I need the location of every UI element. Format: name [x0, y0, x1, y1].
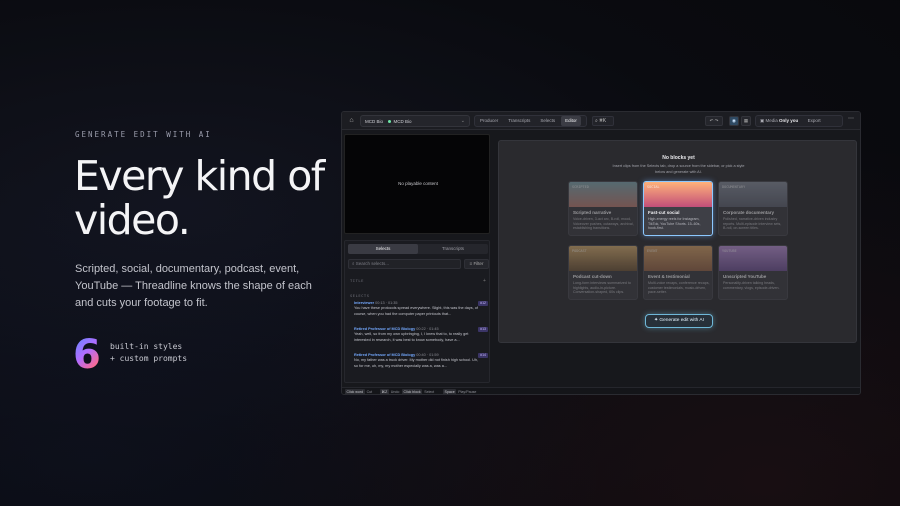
selects-search-placeholder: Search selects...	[355, 261, 390, 266]
style-thumbnail: DOCUMENTARY	[719, 182, 787, 207]
clip-badge: #13	[478, 327, 488, 332]
search-icon: ⌕	[595, 118, 598, 124]
style-description: High-energy reels for Instagram, TikTok,…	[648, 217, 701, 231]
list-item[interactable]: Interviewer 00:13 · 01:35 You have these…	[354, 301, 488, 325]
tab-transcripts[interactable]: Transcripts	[504, 116, 534, 126]
media-menu[interactable]: ▣ Media Only you Export	[755, 115, 843, 127]
styles-caption: built-in styles + custom prompts	[110, 341, 187, 365]
shortcut-undo: ⌘Z Undo	[380, 389, 400, 394]
clip-speaker: Retired Professor of MCD Biology	[354, 327, 416, 331]
shortcut-cut: Click word Cut	[345, 389, 373, 394]
generate-edit-button[interactable]: ✦ Generate edit with AI	[645, 314, 713, 328]
tab-transcripts-side[interactable]: Transcripts	[418, 244, 488, 254]
clip-time: 00:22 · 01:45	[416, 327, 439, 331]
style-card-event[interactable]: EVENT Event & testimonial Multi-voice reca…	[643, 245, 713, 300]
style-tag: DOCUMENTARY	[722, 185, 746, 189]
search-shortcut: ⌘K	[599, 118, 607, 124]
style-card-documentary[interactable]: DOCUMENTARY Corporate documentary Polished…	[718, 181, 788, 236]
filter-button[interactable]: ≡ Filter	[464, 259, 489, 269]
clip-time: 00:13 · 01:35	[375, 301, 398, 305]
style-name: Corporate documentary	[723, 210, 775, 215]
style-description: Multi-voice recaps, conference recaps, c…	[648, 281, 710, 295]
sidebar-tabs: Selects Transcripts	[348, 244, 488, 254]
preview-message: No playable content	[398, 181, 438, 186]
style-description: Voice-driven, 3-act arc, B-roll, mood, V…	[573, 217, 634, 231]
clip-text: Yeah, well, so from my own upbringing, I…	[354, 332, 469, 342]
eyebrow: GENERATE EDIT WITH AI	[75, 130, 212, 139]
style-card-youtube[interactable]: YOUTUBE Unscripted YouTube Personality-dri…	[718, 245, 788, 300]
project-current: MCD Bio	[393, 119, 412, 124]
style-thumbnail: SOCIAL	[644, 182, 712, 207]
style-card-podcast[interactable]: PODCAST Podcast cut-down Long-form intervi…	[568, 245, 638, 300]
shortcut-play: Space Play/Pause	[443, 389, 477, 394]
sidebar: Selects Transcripts ⌕ Search selects... …	[344, 240, 490, 383]
style-description: Long-form interviews summarized to highl…	[573, 281, 631, 295]
more-icon[interactable]: ⋯	[848, 115, 854, 122]
add-icon[interactable]: +	[483, 278, 486, 284]
tab-editor[interactable]: Editor	[561, 116, 581, 126]
style-tag: SOCIAL	[647, 185, 660, 189]
eye-icon[interactable]: ◉	[729, 116, 739, 126]
style-thumbnail: YOUTUBE	[719, 246, 787, 271]
mode-tabs: Producer Transcripts Selects Editor	[474, 115, 587, 127]
style-name: Unscripted YouTube	[723, 274, 767, 279]
clip-badge: #14	[478, 353, 488, 358]
style-card-scripted[interactable]: SCRIPTED Scripted narrative Voice-driven, …	[568, 181, 638, 236]
style-description: Polished, narrative-driven industry repo…	[723, 217, 782, 231]
tab-selects-side[interactable]: Selects	[348, 244, 418, 254]
subcopy: Scripted, social, documentary, podcast, …	[75, 263, 312, 309]
generate-label: Generate edit with AI	[659, 318, 704, 323]
undo-redo-button[interactable]: ↶ ↷	[705, 116, 723, 126]
style-tag: YOUTUBE	[722, 249, 737, 253]
style-card-social[interactable]: SOCIAL Fast-cut social High-energy reels f…	[643, 181, 713, 236]
filter-label: Filter	[473, 261, 484, 266]
app-window: ⌂ MCD Bio MCD Bio ⌄ Producer Transcripts…	[341, 111, 861, 395]
empty-state-subtitle: Insert clips from the Selects tab, drop …	[612, 164, 745, 174]
layout-icon[interactable]: ▦	[741, 116, 751, 126]
style-thumbnail: SCRIPTED	[569, 182, 637, 207]
styles-caption-line-2: + custom prompts	[110, 354, 188, 363]
section-selects: SELECTS	[350, 293, 370, 298]
top-bar: ⌂ MCD Bio MCD Bio ⌄ Producer Transcripts…	[342, 112, 860, 130]
styles-count: 6	[73, 332, 101, 378]
style-name: Event & testimonial	[648, 274, 690, 279]
styles-caption-line-1: built-in styles	[110, 342, 183, 351]
search-button[interactable]: ⌕ ⌘K	[592, 116, 614, 126]
empty-state-title: No blocks yet	[662, 155, 695, 161]
tab-selects[interactable]: Selects	[536, 116, 559, 126]
style-thumbnail: EVENT	[644, 246, 712, 271]
clip-speaker: Interviewer	[354, 301, 375, 305]
list-item[interactable]: Retired Professor of MCD Biology 00:22 ·…	[354, 327, 488, 351]
list-item[interactable]: Retired Professor of MCD Biology 00:40 ·…	[354, 353, 488, 377]
style-description: Personality-driven talking heads, commen…	[723, 281, 780, 290]
selects-search-input[interactable]: ⌕ Search selects...	[348, 259, 461, 269]
tab-producer[interactable]: Producer	[476, 116, 502, 126]
headline: Every kind of video.	[74, 152, 325, 244]
media-visibility: Only you	[779, 118, 799, 123]
clip-time: 00:40 · 01:59	[416, 353, 439, 357]
shortcut-bar: Click word Cut ⌘Z Undo Click block Select S…	[342, 387, 860, 394]
style-name: Scripted narrative	[573, 210, 612, 215]
media-label: Media	[765, 118, 778, 123]
clip-badge: #12	[478, 301, 488, 306]
clip-text: No, my father was a truck driver. My mot…	[354, 358, 479, 368]
video-preview: No playable content	[344, 134, 490, 234]
style-tag: PODCAST	[572, 249, 587, 253]
shortcut-select: Click block Select	[402, 389, 435, 394]
export-label[interactable]: Export	[808, 118, 821, 123]
home-icon[interactable]: ⌂	[347, 116, 356, 125]
status-dot-icon	[388, 120, 392, 124]
style-thumbnail: PODCAST	[569, 246, 637, 271]
clip-text: You have these protocols spread everywhe…	[354, 306, 478, 316]
editor-canvas: No blocks yet Insert clips from the Sele…	[498, 140, 857, 343]
style-tag: SCRIPTED	[572, 185, 589, 189]
style-tag: EVENT	[647, 249, 658, 253]
chevron-down-icon: ⌄	[460, 118, 465, 124]
section-title: TITLE	[350, 278, 364, 283]
style-name: Fast-cut social	[648, 210, 680, 215]
project-root: MCD Bio	[365, 119, 384, 124]
project-selector[interactable]: MCD Bio MCD Bio ⌄	[360, 115, 470, 127]
style-name: Podcast cut-down	[573, 274, 612, 279]
clip-speaker: Retired Professor of MCD Biology	[354, 353, 416, 357]
